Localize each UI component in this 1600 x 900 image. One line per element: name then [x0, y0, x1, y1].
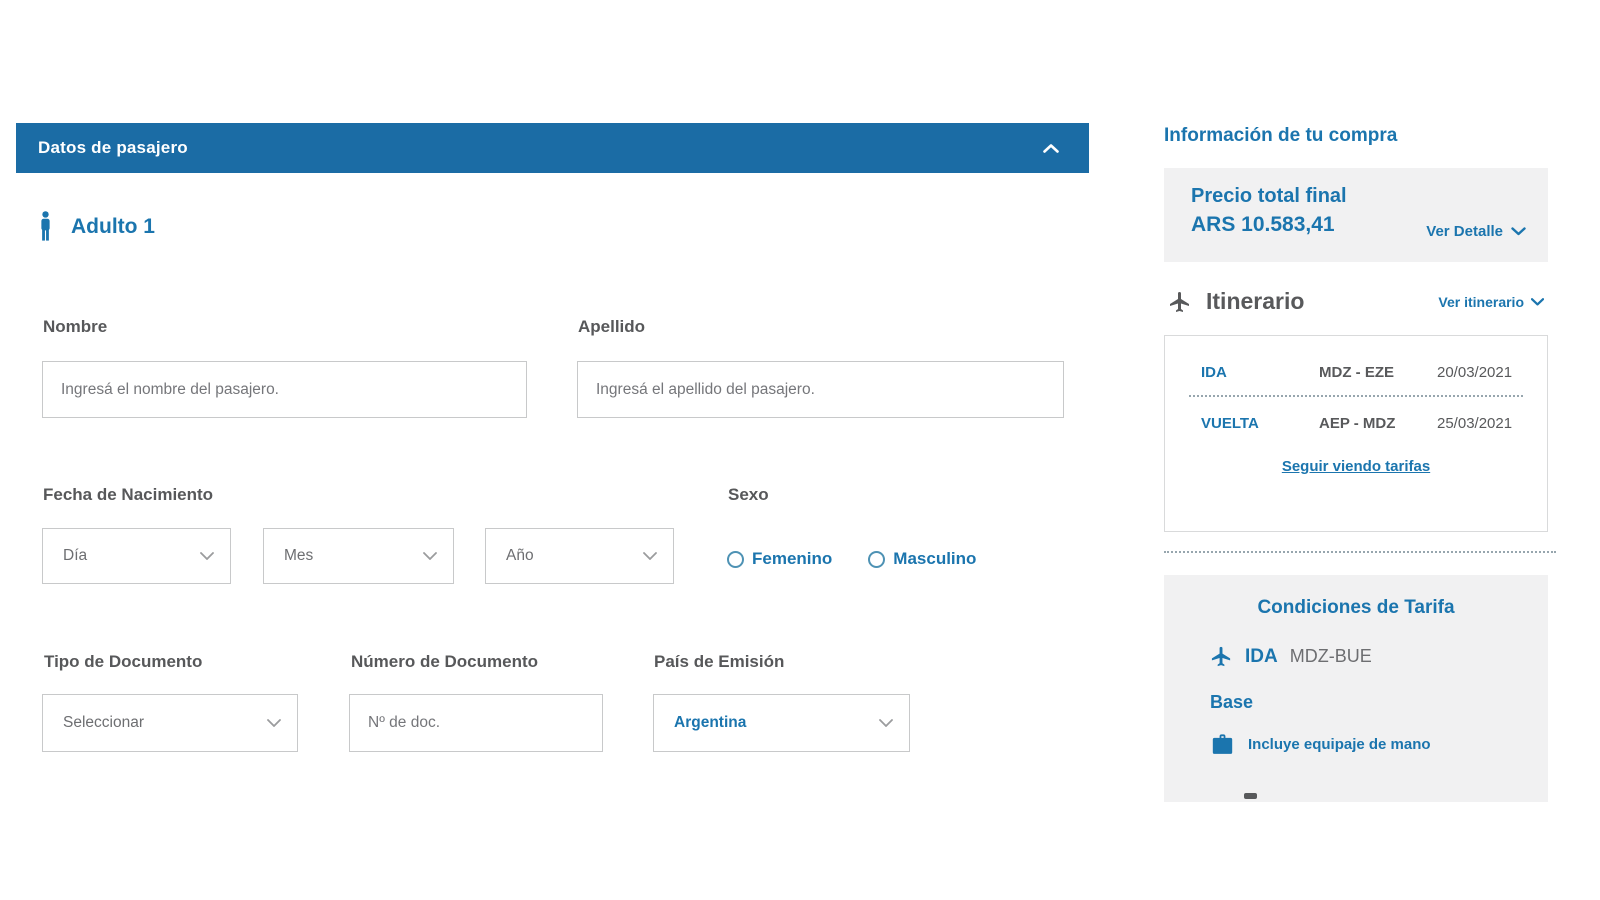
purchase-info-title: Información de tu compra: [1164, 125, 1397, 147]
fare-benefit: Incluye equipaje de mano: [1248, 736, 1431, 753]
segment-route: AEP - MDZ: [1319, 415, 1437, 432]
apellido-label: Apellido: [578, 317, 645, 337]
sexo-label: Sexo: [728, 485, 769, 505]
cutoff-icon: [1244, 793, 1257, 799]
segment-date: 20/03/2021: [1437, 364, 1525, 381]
numero-documento-input[interactable]: [349, 694, 603, 752]
radio-masculino-label: Masculino: [893, 549, 976, 569]
airplane-icon: [1210, 645, 1233, 668]
radio-circle-icon: [727, 551, 744, 568]
booking-page: Datos de pasajero Adulto 1 Nombre Apelli…: [0, 0, 1600, 900]
fare-conditions-title: Condiciones de Tarifa: [1164, 597, 1548, 619]
tipo-documento-select[interactable]: Seleccionar: [42, 694, 298, 752]
tipo-documento-value: Seleccionar: [63, 714, 144, 732]
mes-select[interactable]: Mes: [263, 528, 454, 584]
segment-type: IDA: [1201, 364, 1319, 381]
dia-select[interactable]: Día: [42, 528, 231, 584]
itinerary-header: Itinerario Ver itinerario: [1168, 288, 1548, 315]
chevron-down-icon: [200, 552, 214, 560]
adult-title: Adulto 1: [71, 215, 155, 239]
fare-conditions-card: Condiciones de Tarifa IDA MDZ-BUE Base I…: [1164, 575, 1548, 802]
chevron-down-icon: [879, 719, 893, 727]
airplane-icon: [1168, 290, 1192, 314]
segment-type: VUELTA: [1201, 415, 1319, 432]
segment-row-vuelta: VUELTA AEP - MDZ 25/03/2021: [1165, 397, 1547, 446]
pais-emision-value: Argentina: [674, 714, 746, 732]
anio-select-value: Año: [506, 547, 534, 565]
chevron-down-icon: [1531, 298, 1544, 306]
segment-route: MDZ - EZE: [1319, 364, 1437, 381]
itinerary-title: Itinerario: [1206, 288, 1304, 315]
segment-date: 25/03/2021: [1437, 415, 1525, 432]
apellido-input[interactable]: [577, 361, 1064, 418]
tipo-documento-label: Tipo de Documento: [44, 652, 202, 672]
seguir-viendo-tarifas-link[interactable]: Seguir viendo tarifas: [1282, 458, 1430, 475]
ver-itinerario-link[interactable]: Ver itinerario: [1438, 294, 1544, 310]
mes-select-value: Mes: [284, 547, 313, 565]
fare-name: Base: [1210, 692, 1548, 713]
pais-emision-select[interactable]: Argentina: [653, 694, 910, 752]
total-price-card: Precio total final ARS 10.583,41 Ver Det…: [1164, 168, 1548, 262]
chevron-down-icon: [267, 719, 281, 727]
passenger-data-header[interactable]: Datos de pasajero: [16, 123, 1089, 173]
fare-direction-row: IDA MDZ-BUE: [1210, 645, 1548, 668]
collapse-section-button[interactable]: [1043, 144, 1059, 153]
radio-masculino[interactable]: Masculino: [868, 549, 976, 569]
chevron-down-icon: [643, 552, 657, 560]
anio-select[interactable]: Año: [485, 528, 674, 584]
person-icon: [38, 210, 53, 244]
dia-select-value: Día: [63, 547, 87, 565]
fare-direction: IDA: [1245, 646, 1278, 668]
chevron-down-icon: [1511, 227, 1526, 236]
segment-row-ida: IDA MDZ - EZE 20/03/2021: [1165, 346, 1547, 395]
radio-femenino-label: Femenino: [752, 549, 832, 569]
fare-benefit-row: Incluye equipaje de mano: [1210, 733, 1548, 756]
pais-emision-label: País de Emisión: [654, 652, 784, 672]
chevron-up-icon: [1043, 144, 1059, 153]
briefcase-icon: [1210, 733, 1235, 756]
fare-route: MDZ-BUE: [1290, 646, 1372, 667]
more-fares-row: Seguir viendo tarifas: [1165, 458, 1547, 476]
panel-divider: [1164, 551, 1556, 553]
numero-documento-label: Número de Documento: [351, 652, 538, 672]
adult-passenger-heading: Adulto 1: [38, 210, 155, 244]
radio-circle-icon: [868, 551, 885, 568]
passenger-data-title: Datos de pasajero: [38, 138, 188, 158]
nombre-label: Nombre: [43, 317, 107, 337]
sexo-radio-group: Femenino Masculino: [727, 549, 976, 569]
nombre-input[interactable]: [42, 361, 527, 418]
ver-itinerario-label: Ver itinerario: [1438, 294, 1524, 310]
total-price-label: Precio total final: [1191, 185, 1528, 208]
ver-detalle-label: Ver Detalle: [1426, 223, 1503, 240]
ver-detalle-link[interactable]: Ver Detalle: [1426, 223, 1526, 240]
radio-femenino[interactable]: Femenino: [727, 549, 832, 569]
chevron-down-icon: [423, 552, 437, 560]
itinerary-card: IDA MDZ - EZE 20/03/2021 VUELTA AEP - MD…: [1164, 335, 1548, 532]
fecha-nacimiento-label: Fecha de Nacimiento: [43, 485, 213, 505]
